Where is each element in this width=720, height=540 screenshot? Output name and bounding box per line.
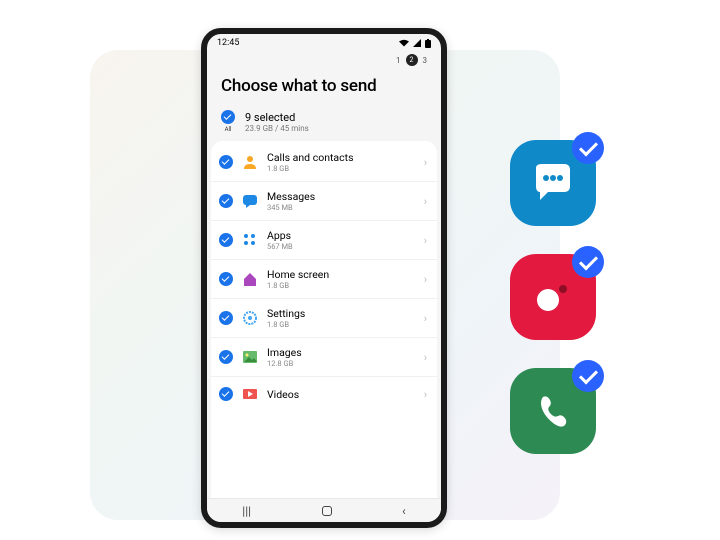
status-time: 12:45 (217, 38, 239, 48)
chevron-right-icon: › (424, 312, 427, 325)
list-item[interactable]: Calls and contacts 1.8 GB › (211, 143, 437, 182)
chevron-right-icon: › (424, 156, 427, 169)
select-all-row[interactable]: All 9 selected 23.9 GB / 45 mins (207, 108, 441, 141)
item-title: Settings (267, 307, 416, 320)
item-title: Apps (267, 229, 416, 242)
pager-step-3: 3 (423, 56, 428, 65)
check-badge-icon (572, 246, 604, 278)
camera-app-icon (510, 254, 596, 340)
page-header: Choose what to send (207, 68, 441, 108)
nav-recents-icon[interactable]: ||| (242, 504, 251, 518)
settings-icon (241, 309, 259, 327)
item-sub: 345 MB (267, 203, 416, 212)
item-checkbox[interactable] (219, 194, 233, 208)
nav-bar: ||| ‹ (207, 498, 441, 522)
apps-icon (241, 231, 259, 249)
item-checkbox[interactable] (219, 233, 233, 247)
item-title: Home screen (267, 268, 416, 281)
videos-icon (241, 385, 259, 403)
chevron-right-icon: › (424, 234, 427, 247)
list-item[interactable]: Settings 1.8 GB › (211, 299, 437, 338)
item-sub: 12.8 GB (267, 359, 416, 368)
item-checkbox[interactable] (219, 311, 233, 325)
selected-count: 9 selected (245, 111, 309, 124)
list-item[interactable]: Apps 567 MB › (211, 221, 437, 260)
item-checkbox[interactable] (219, 155, 233, 169)
list-item[interactable]: Messages 345 MB › (211, 182, 437, 221)
status-bar: 12:45 (207, 34, 441, 52)
chevron-right-icon: › (424, 195, 427, 208)
page-title: Choose what to send (221, 76, 427, 96)
step-pager: 1 2 3 (207, 52, 441, 68)
select-all-label: All (225, 126, 232, 133)
pager-step-2-current: 2 (406, 54, 418, 66)
images-icon (241, 348, 259, 366)
chevron-right-icon: › (424, 388, 427, 401)
nav-home-icon[interactable] (322, 506, 332, 516)
status-indicators (399, 39, 431, 48)
item-title: Images (267, 346, 416, 359)
messages-app-icon (510, 140, 596, 226)
item-sub: 1.8 GB (267, 320, 416, 329)
chevron-right-icon: › (424, 351, 427, 364)
check-badge-icon (572, 132, 604, 164)
wifi-icon (399, 39, 409, 47)
item-checkbox[interactable] (219, 272, 233, 286)
item-checkbox[interactable] (219, 350, 233, 364)
category-list: Calls and contacts 1.8 GB › Messages 345… (211, 141, 437, 498)
list-item[interactable]: Home screen 1.8 GB › (211, 260, 437, 299)
check-badge-icon (572, 360, 604, 392)
home-icon (241, 270, 259, 288)
select-all-checkbox[interactable] (221, 110, 235, 124)
pager-step-1: 1 (396, 56, 401, 65)
side-app-icons (510, 140, 596, 454)
nav-back-icon[interactable]: ‹ (402, 504, 406, 518)
item-title: Messages (267, 190, 416, 203)
selected-summary: 23.9 GB / 45 mins (245, 124, 309, 133)
chevron-right-icon: › (424, 273, 427, 286)
item-sub: 1.8 GB (267, 281, 416, 290)
item-checkbox[interactable] (219, 387, 233, 401)
item-title: Videos (267, 388, 416, 401)
battery-icon (425, 39, 431, 48)
item-sub: 1.8 GB (267, 164, 416, 173)
item-sub: 567 MB (267, 242, 416, 251)
list-item[interactable]: Images 12.8 GB › (211, 338, 437, 377)
signal-icon (413, 39, 421, 47)
item-title: Calls and contacts (267, 151, 416, 164)
messages-icon (241, 192, 259, 210)
phone-frame: 12:45 1 2 3 Choose what to send All 9 se… (201, 28, 447, 528)
phone-app-icon (510, 368, 596, 454)
list-item[interactable]: Videos › (211, 377, 437, 411)
contacts-icon (241, 153, 259, 171)
